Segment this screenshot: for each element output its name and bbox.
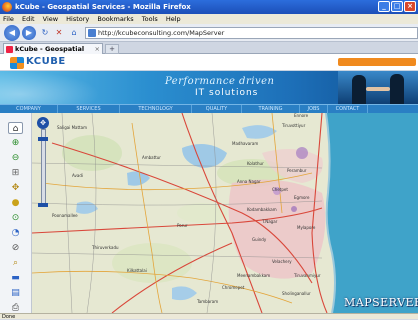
map-label: Thiruverkadu: [92, 245, 119, 250]
map-label: Mylapore: [297, 225, 316, 230]
map-label: Poonamallee: [52, 213, 78, 218]
url-bar[interactable]: http://kcubeconsulting.com/MapServer: [85, 27, 418, 39]
map-label: Egmore: [294, 195, 310, 200]
stop-icon[interactable]: ✕: [52, 26, 66, 40]
zoom-out-icon[interactable]: ⊖: [8, 152, 23, 164]
forward-icon[interactable]: ▶: [22, 26, 36, 40]
menu-help[interactable]: Help: [166, 15, 181, 23]
mapserver-watermark: MAPSERVER: [344, 296, 418, 309]
back-icon[interactable]: ◀: [4, 25, 20, 41]
map-label: Guindy: [252, 237, 267, 242]
status-text: Done: [2, 314, 16, 320]
tab-close-icon[interactable]: ×: [95, 44, 100, 54]
home-icon[interactable]: ⌂: [67, 26, 81, 40]
menu-bar: File Edit View History Bookmarks Tools H…: [0, 14, 418, 24]
map-label: Chromepet: [222, 285, 245, 290]
legend-icon[interactable]: ▤: [8, 287, 23, 299]
site-favicon-icon: [88, 29, 96, 37]
url-text: http://kcubeconsulting.com/MapServer: [98, 29, 225, 37]
menu-bookmarks[interactable]: Bookmarks: [97, 15, 133, 23]
handshake-image: [338, 71, 418, 104]
menu-view[interactable]: View: [43, 15, 58, 23]
window-titlebar: kCube - Geospatial Services - Mozilla Fi…: [0, 0, 418, 14]
firefox-icon: [2, 2, 12, 12]
select-icon[interactable]: ⊘: [8, 242, 23, 254]
map-label: Perambur: [287, 168, 307, 173]
new-tab-button[interactable]: +: [105, 44, 119, 54]
menu-history[interactable]: History: [66, 15, 89, 23]
logo-text: KCUBE: [26, 56, 66, 67]
layers-icon[interactable]: ▬: [8, 272, 23, 284]
kcube-logo[interactable]: KCUBE: [10, 56, 70, 69]
map-view[interactable]: Saligai Mattam Tiruvottiyur Ennore Madha…: [32, 113, 418, 313]
status-bar: Done: [0, 313, 418, 320]
globe-graphic: [0, 71, 100, 104]
minimize-button[interactable]: _: [378, 1, 390, 12]
map-label: Tiruvanmiyur: [294, 273, 321, 278]
zoom-slider-knob[interactable]: [38, 137, 48, 141]
reload-icon[interactable]: ↻: [38, 26, 52, 40]
pan-control-icon[interactable]: ✥: [37, 117, 49, 129]
zoom-slider-bottom[interactable]: [38, 203, 48, 207]
map-label: Sholinganallur: [282, 291, 311, 296]
tagline-line2: IT solutions: [195, 88, 259, 98]
map-label: Anna Nagar: [237, 179, 261, 184]
header-link-bar[interactable]: [338, 58, 416, 66]
zoom-box-icon[interactable]: ⊞: [8, 167, 23, 179]
map-label: Kodambakkam: [247, 207, 277, 212]
map-label: Porur: [177, 223, 188, 228]
map-canvas: [32, 113, 418, 313]
map-label: Velachery: [272, 259, 292, 264]
map-label: Kilkattalai: [127, 268, 147, 273]
map-label: Avadi: [72, 173, 83, 178]
tab-kcube[interactable]: kCube - Geospatial Services ×: [3, 43, 103, 63]
map-label: Meenambakkam: [237, 273, 271, 278]
clear-selection-icon[interactable]: ⌕: [8, 257, 23, 269]
kcube-logo-mark-icon: [10, 57, 24, 69]
map-label: Chetpet: [272, 187, 288, 192]
menu-file[interactable]: File: [3, 15, 14, 23]
window-title: kCube - Geospatial Services - Mozilla Fi…: [15, 3, 191, 11]
map-toolbar: ⌂ ⊕ ⊖ ⊞ ✥ ● ⊙ ◔ ⊘ ⌕ ▬ ▤ ⎙: [0, 113, 32, 313]
home-extent-icon[interactable]: ⌂: [8, 122, 23, 134]
tab-favicon-icon: [6, 46, 13, 53]
close-button[interactable]: ×: [404, 1, 416, 12]
identify-icon[interactable]: ●: [8, 197, 23, 209]
tagline-line1: Performance driven: [165, 76, 275, 87]
menu-tools[interactable]: Tools: [142, 15, 158, 23]
maximize-button[interactable]: □: [391, 1, 403, 12]
pan-icon[interactable]: ✥: [8, 182, 23, 194]
map-label: T.Nagar: [262, 219, 278, 224]
map-label: Ennore: [294, 113, 309, 118]
map-label: Madhavaram: [232, 141, 259, 146]
zoom-in-icon[interactable]: ⊕: [8, 137, 23, 149]
map-label: Tiruvottiyur: [282, 123, 306, 128]
map-label: Tambaram: [197, 299, 219, 304]
map-label: Saligai Mattam: [57, 125, 87, 130]
zoom-slider[interactable]: ✥: [37, 117, 49, 209]
measure-icon[interactable]: ◔: [8, 227, 23, 239]
map-label: Kolathur: [247, 161, 264, 166]
site-nav-menu: COMPANY SERVICES TECHNOLOGY QUALITY TRAI…: [0, 104, 418, 114]
map-label: Ambattur: [142, 155, 161, 160]
menu-edit[interactable]: Edit: [22, 15, 35, 23]
query-icon[interactable]: ⊙: [8, 212, 23, 224]
